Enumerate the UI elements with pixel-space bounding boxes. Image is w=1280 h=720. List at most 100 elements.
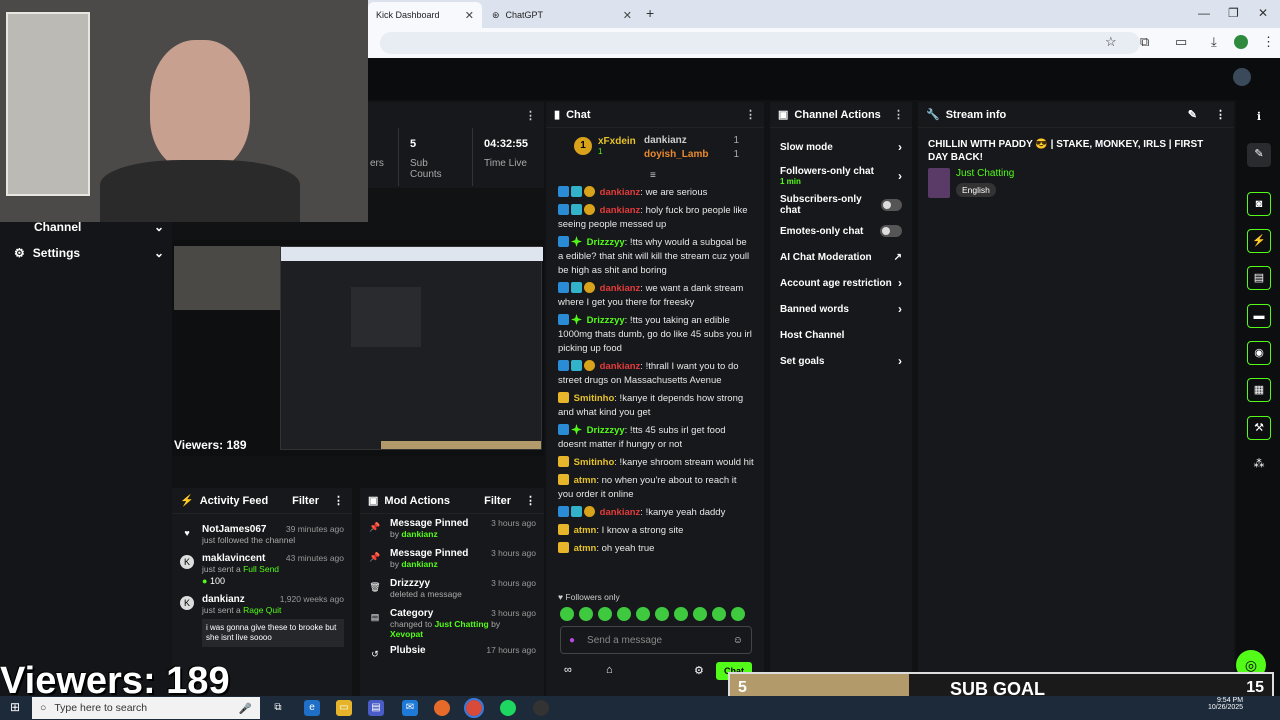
- apps-icon[interactable]: ⁂: [1247, 453, 1271, 477]
- toggle-switch[interactable]: [880, 199, 902, 211]
- mod-action-item: 📌 Message Pinned 3 hours ago by dankianz: [360, 518, 544, 539]
- toggle-switch[interactable]: [880, 225, 902, 237]
- emote-icon[interactable]: [560, 607, 574, 621]
- edge-icon[interactable]: e: [304, 700, 320, 716]
- chat-username[interactable]: atmn: [574, 475, 597, 486]
- more-options-icon[interactable]: ⋮: [1215, 108, 1226, 121]
- channel-action-item[interactable]: Set goals ›: [770, 348, 912, 374]
- filter-button[interactable]: Filter: [484, 495, 511, 507]
- download-icon[interactable]: ⤓: [1211, 34, 1217, 50]
- windows-start-icon[interactable]: ⊞: [10, 700, 20, 714]
- chrome-icon[interactable]: [464, 698, 484, 718]
- activity-user: dankianz: [202, 594, 245, 605]
- moderator-badge-icon: [558, 282, 569, 293]
- close-icon[interactable]: ✕: [465, 9, 474, 22]
- emote-icon[interactable]: [693, 607, 707, 621]
- emote-icon[interactable]: [731, 607, 745, 621]
- mic-icon[interactable]: ●: [569, 635, 575, 646]
- menu-icon[interactable]: ⋮: [1262, 34, 1275, 50]
- channel-action-item[interactable]: Subscribers-only chat: [770, 192, 912, 218]
- chat-username[interactable]: Drizzzyy: [587, 315, 625, 326]
- collapse-icon[interactable]: ≡: [650, 170, 656, 181]
- more-options-icon[interactable]: ⋮: [893, 108, 904, 121]
- channel-action-item[interactable]: Slow mode ›: [770, 134, 912, 160]
- more-options-icon[interactable]: ⋮: [333, 494, 344, 507]
- firefox-icon[interactable]: [434, 700, 450, 716]
- mail-icon[interactable]: ✉: [402, 700, 418, 716]
- camera-icon[interactable]: ◙: [1247, 192, 1271, 216]
- lightning-icon[interactable]: ⚡: [1247, 229, 1271, 253]
- sidebar-item-settings[interactable]: ⚙ Settings ⌄: [14, 246, 164, 260]
- tab-chatgpt[interactable]: ⊛ ChatGPT ✕: [484, 2, 640, 28]
- broadcast-icon[interactable]: ◉: [1247, 341, 1271, 365]
- gear-icon[interactable]: ⚙: [694, 664, 704, 677]
- task-view-icon[interactable]: ⧉: [270, 700, 286, 716]
- clipboard-icon[interactable]: ▤: [1247, 266, 1271, 290]
- channel-action-item[interactable]: Account age restriction ›: [770, 270, 912, 296]
- emote-icon[interactable]: [674, 607, 688, 621]
- spotify-icon[interactable]: [500, 700, 516, 716]
- emote-icon[interactable]: [617, 607, 631, 621]
- extensions-icon[interactable]: ⧉: [1140, 34, 1149, 50]
- file-explorer-icon[interactable]: ▭: [336, 700, 352, 716]
- edit-icon[interactable]: ✎: [1188, 108, 1197, 121]
- emote-icon[interactable]: [598, 607, 612, 621]
- more-options-icon[interactable]: ⋮: [745, 108, 756, 121]
- leaderboard-user: xFxdein: [598, 136, 636, 147]
- microphone-icon[interactable]: 🎤: [239, 702, 252, 715]
- close-icon[interactable]: ✕: [623, 9, 632, 22]
- leaderboard-count: 1: [733, 149, 739, 160]
- avatar[interactable]: [1233, 68, 1251, 86]
- obs-icon[interactable]: [533, 700, 549, 716]
- store-icon[interactable]: ▤: [368, 700, 384, 716]
- channel-action-item[interactable]: Followers-only chat 1 min ›: [770, 160, 912, 192]
- taskbar-search[interactable]: ○ Type here to search 🎤: [32, 697, 260, 719]
- new-tab-button[interactable]: +: [646, 5, 654, 21]
- chat-username[interactable]: atmn: [574, 525, 597, 536]
- info-icon[interactable]: ℹ: [1247, 106, 1271, 130]
- mod-action-title: Message Pinned: [390, 548, 469, 559]
- more-options-icon[interactable]: ⋮: [525, 494, 536, 507]
- stream-category[interactable]: Just Chatting: [956, 168, 1014, 179]
- layout-icon[interactable]: ▦: [1247, 378, 1271, 402]
- store-icon[interactable]: ⌂: [606, 664, 613, 676]
- emote-icon[interactable]: [579, 607, 593, 621]
- channel-action-item[interactable]: AI Chat Moderation ↗: [770, 244, 912, 270]
- chat-username[interactable]: Smitinho: [574, 457, 615, 468]
- message-icon[interactable]: ▬: [1247, 304, 1271, 328]
- emoji-icon[interactable]: ☺: [733, 635, 743, 646]
- chat-username[interactable]: dankianz: [600, 283, 641, 294]
- link-icon[interactable]: ∞: [564, 664, 572, 676]
- chat-input[interactable]: ● Send a message ☺: [560, 626, 752, 654]
- chat-username[interactable]: atmn: [574, 543, 597, 554]
- channel-action-item[interactable]: Host Channel: [770, 322, 912, 348]
- restore-icon[interactable]: ❐: [1228, 6, 1239, 20]
- chat-username[interactable]: Smitinho: [574, 393, 615, 404]
- sidebar-item-channel[interactable]: Channel ⌄: [14, 220, 164, 234]
- url-field[interactable]: [380, 32, 1140, 54]
- wrench-icon[interactable]: ⚒: [1247, 416, 1271, 440]
- emote-icon[interactable]: [655, 607, 669, 621]
- chat-username[interactable]: dankianz: [600, 361, 641, 372]
- emote-icon[interactable]: [636, 607, 650, 621]
- stream-preview[interactable]: Viewers: 189: [172, 240, 544, 456]
- channel-action-item[interactable]: Emotes-only chat: [770, 218, 912, 244]
- tab-kick-dashboard[interactable]: Kick Dashboard ✕: [368, 2, 482, 28]
- more-options-icon[interactable]: ⋮: [525, 109, 536, 122]
- emote-row[interactable]: [560, 607, 750, 624]
- close-window-icon[interactable]: ✕: [1258, 6, 1268, 20]
- star-icon[interactable]: ☆: [1105, 34, 1117, 50]
- profile-avatar[interactable]: [1234, 35, 1248, 49]
- minimize-icon[interactable]: —: [1198, 6, 1210, 20]
- emote-icon[interactable]: [712, 607, 726, 621]
- chat-username[interactable]: Drizzzyy: [587, 237, 625, 248]
- cast-icon[interactable]: ▭: [1175, 34, 1187, 50]
- pencil-icon[interactable]: ✎: [1247, 143, 1271, 167]
- chat-username[interactable]: Drizzzyy: [587, 425, 625, 436]
- filter-button[interactable]: Filter: [292, 495, 319, 507]
- chat-username[interactable]: dankianz: [600, 205, 641, 216]
- channel-action-item[interactable]: Banned words ›: [770, 296, 912, 322]
- chat-username[interactable]: dankianz: [600, 187, 641, 198]
- chat-username[interactable]: dankianz: [600, 507, 641, 518]
- moderator-badge-icon: [558, 506, 569, 517]
